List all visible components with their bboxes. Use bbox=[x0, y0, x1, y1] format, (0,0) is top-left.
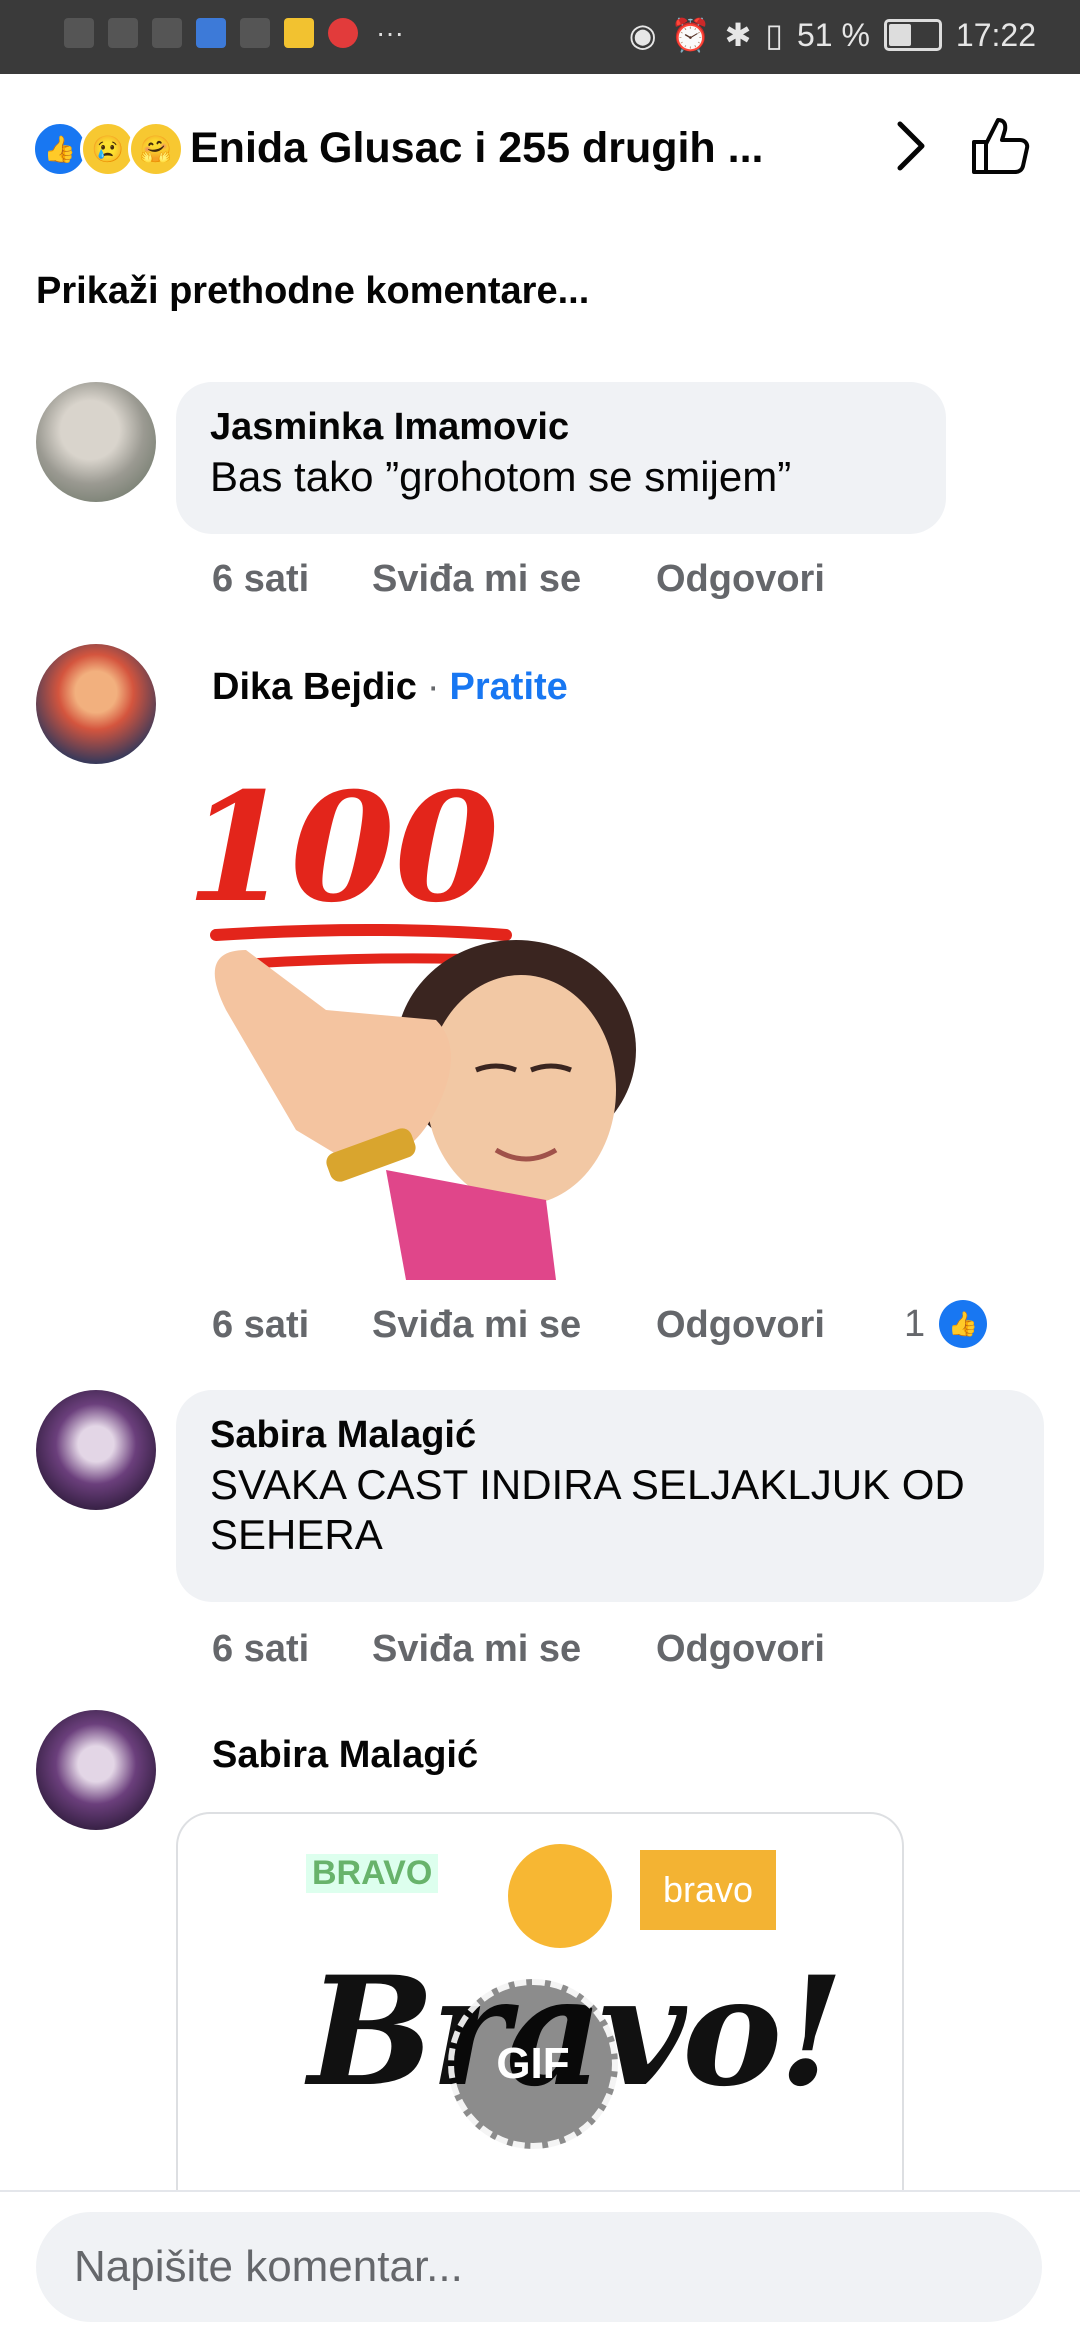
battery-fill bbox=[888, 24, 912, 46]
avatar[interactable] bbox=[36, 1390, 156, 1510]
battery-percent: 51 % bbox=[796, 16, 870, 53]
vibrate-icon: ▯ bbox=[765, 17, 783, 53]
like-count: 1 bbox=[904, 1302, 926, 1345]
comment-bubble: Jasminka Imamovic Bas tako ”grohotom se … bbox=[176, 382, 946, 534]
maps-icon bbox=[284, 18, 314, 48]
clock: 17:22 bbox=[955, 16, 1036, 53]
reply-button[interactable]: Odgovori bbox=[656, 1304, 825, 1347]
sticker-image[interactable]: 100 bbox=[176, 750, 696, 1280]
battery-icon bbox=[883, 19, 942, 51]
gif-text: bravo bbox=[640, 1850, 776, 1930]
comment-time: 6 sati bbox=[212, 1628, 310, 1670]
avatar[interactable] bbox=[36, 382, 156, 502]
reply-button[interactable]: Odgovori bbox=[656, 1628, 825, 1671]
system-icons: ◉ ⏰ ✱ ▯ 51 % 17:22 bbox=[629, 16, 1036, 54]
chevron-right-icon[interactable] bbox=[880, 116, 940, 176]
globe-icon bbox=[240, 18, 270, 48]
wifi-icon bbox=[108, 18, 138, 48]
comment-header: Dika Bejdic · Pratite bbox=[212, 666, 568, 709]
like-icon: 👍 bbox=[939, 1300, 988, 1348]
signal-icon bbox=[152, 18, 182, 48]
comment-time: 6 sati bbox=[212, 1304, 310, 1346]
comment-author[interactable]: Sabira Malagić bbox=[212, 1734, 478, 1777]
youtube-icon bbox=[328, 18, 358, 48]
gif-text: BRAVO bbox=[306, 1854, 439, 1893]
composer-bar bbox=[0, 2190, 1080, 2342]
gif-play-badge[interactable]: GIF bbox=[448, 1979, 618, 2149]
show-previous-comments[interactable]: Prikaži prethodne komentare... bbox=[36, 270, 589, 313]
comment-text: Bas tako ”grohotom se smijem” bbox=[210, 453, 792, 500]
reply-button[interactable]: Odgovori bbox=[656, 558, 825, 601]
reactions-summary[interactable]: Enida Glusac i 255 drugih ... bbox=[190, 124, 764, 173]
comment-author[interactable]: Dika Bejdic bbox=[212, 666, 417, 708]
follow-button[interactable]: Pratite bbox=[450, 666, 568, 708]
like-button[interactable]: Sviđa mi se bbox=[372, 1628, 581, 1671]
comment-text: SVAKA CAST INDIRA SELJAKLJUK OD SEHERA bbox=[210, 1461, 965, 1558]
like-button[interactable]: Sviđa mi se bbox=[372, 558, 581, 601]
bluetooth-icon: ✱ bbox=[724, 17, 752, 53]
like-outline-icon[interactable] bbox=[968, 114, 1032, 178]
like-button[interactable]: Sviđa mi se bbox=[372, 1304, 581, 1347]
notification-icons: ··· bbox=[64, 18, 404, 48]
notification-icon bbox=[64, 18, 94, 48]
sticker-label: 100 bbox=[186, 760, 499, 936]
reactions-header: 👍 😢 🤗 Enida Glusac i 255 drugih ... bbox=[0, 74, 1080, 220]
app-icon bbox=[196, 18, 226, 48]
status-bar: ··· ◉ ⏰ ✱ ▯ 51 % 17:22 bbox=[0, 0, 1080, 74]
avatar[interactable] bbox=[36, 644, 156, 764]
comment-author[interactable]: Jasminka Imamovic bbox=[210, 404, 912, 450]
separator: · bbox=[426, 666, 440, 708]
comment-author[interactable]: Sabira Malagić bbox=[210, 1412, 1010, 1458]
eye-icon: ◉ bbox=[628, 17, 657, 53]
more-notifications: ··· bbox=[376, 17, 404, 48]
alarm-icon: ⏰ bbox=[670, 17, 711, 53]
reaction-icons[interactable]: 👍 😢 🤗 bbox=[32, 121, 184, 177]
comment-input[interactable] bbox=[72, 2241, 1006, 2293]
care-icon: 🤗 bbox=[128, 121, 184, 177]
comment-bubble: Sabira Malagić SVAKA CAST INDIRA SELJAKL… bbox=[176, 1390, 1044, 1602]
gif-attachment[interactable]: BRAVO bravo Bravo! GIF bbox=[176, 1812, 904, 2194]
comment-time: 6 sati bbox=[212, 558, 310, 600]
reaction-count[interactable]: 1 👍 bbox=[904, 1300, 988, 1348]
comment-composer[interactable] bbox=[36, 2212, 1042, 2322]
avatar[interactable] bbox=[36, 1710, 156, 1830]
emoji-icon bbox=[508, 1844, 612, 1948]
